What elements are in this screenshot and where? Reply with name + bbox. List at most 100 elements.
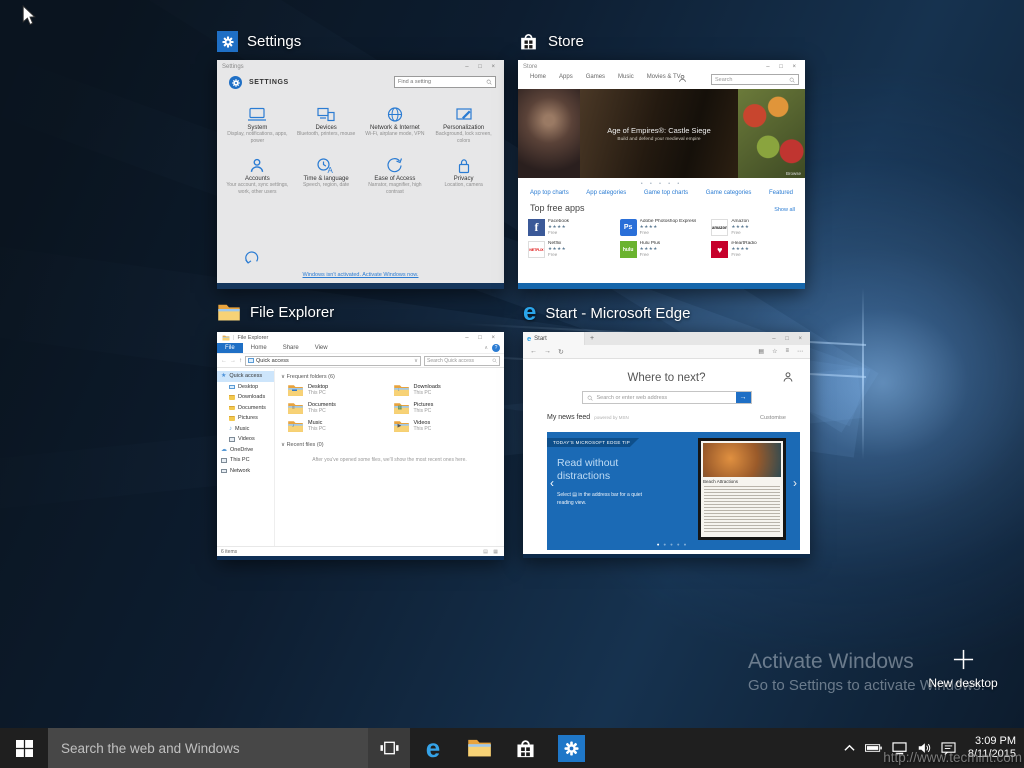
battery-icon[interactable]	[865, 743, 882, 753]
forward-icon[interactable]: →	[230, 358, 236, 364]
file-explorer-window-thumbnail[interactable]: | File Explorer – □ × File Home Share Vi…	[217, 332, 504, 560]
sidebar-item-music[interactable]: ♪ Music	[217, 424, 274, 435]
edge-search-bar[interactable]: Search or enter web address →	[582, 391, 752, 404]
ribbon-tab-home[interactable]: Home	[243, 345, 275, 351]
store-app-facebook[interactable]: f Facebook ★★★★ Free	[528, 219, 616, 236]
address-bar[interactable]: Quick access ∨	[245, 356, 421, 366]
hub-icon[interactable]: ≡	[785, 348, 789, 355]
store-app-hulu[interactable]: hulu Hulu Plus ★★★★ Free	[620, 241, 708, 258]
store-nav-movies[interactable]: Movies & TV	[647, 74, 681, 80]
settings-category-personalization[interactable]: Personalization Background, lock screen,…	[431, 106, 496, 144]
folder-tile-music[interactable]: ♪ Music This PC	[287, 420, 393, 433]
sidebar-item-videos[interactable]: Videos	[217, 434, 274, 445]
taskbar-settings-button[interactable]	[548, 728, 594, 768]
new-desktop-button[interactable]: New desktop	[917, 648, 1009, 690]
link-game-categories[interactable]: Game categories	[706, 190, 752, 196]
taskbar-edge-button[interactable]: e	[410, 728, 456, 768]
view-toggle-icons[interactable]: ▤ ▦	[483, 549, 500, 555]
settings-category-ease[interactable]: Ease of Access Narrator, magnifier, high…	[363, 157, 428, 195]
link-app-top-charts[interactable]: App top charts	[530, 190, 569, 196]
taskbar-search-input[interactable]: Search the web and Windows	[48, 728, 368, 768]
start-button[interactable]	[0, 728, 48, 768]
volume-icon[interactable]	[917, 741, 931, 755]
ribbon-collapse-icon[interactable]: ∧	[484, 345, 488, 351]
settings-category-privacy[interactable]: Privacy Location, camera	[431, 157, 496, 195]
folder-tile-pictures[interactable]: ▦ Pictures This PC	[393, 402, 499, 415]
back-icon[interactable]: ←	[221, 358, 227, 364]
taskbar-clock[interactable]: 3:09 PM 8/11/2015	[968, 735, 1016, 761]
sidebar-item-documents[interactable]: Documents	[217, 403, 274, 414]
banner-featured-game[interactable]: Age of Empires®: Castle Siege Build and …	[580, 89, 738, 178]
account-person-icon[interactable]	[678, 74, 687, 83]
settings-category-time[interactable]: Time & language Speech, region, date	[294, 157, 359, 195]
settings-search-input[interactable]: Find a setting	[394, 76, 496, 88]
taskbar-store-button[interactable]	[502, 728, 548, 768]
store-app-photoshop[interactable]: Ps Adobe Photoshop Express ★★★★ Free	[620, 219, 708, 236]
chevron-down-icon[interactable]: ∨	[414, 358, 418, 364]
carousel-dots[interactable]: • • • • •	[518, 181, 805, 187]
link-featured[interactable]: Featured	[769, 190, 793, 196]
sidebar-item-pictures[interactable]: Pictures	[217, 413, 274, 424]
sidebar-item-quick-access[interactable]: ★ Quick access	[217, 371, 274, 382]
go-arrow-button[interactable]: →	[736, 392, 751, 403]
carousel-left-icon[interactable]: ‹	[550, 476, 554, 490]
window-controls[interactable]: – □ ×	[766, 64, 800, 70]
store-nav-home[interactable]: Home	[530, 74, 546, 80]
more-icon[interactable]: ⋯	[797, 348, 803, 355]
store-nav-music[interactable]: Music	[618, 74, 634, 80]
banner-browse-link[interactable]: Browse	[786, 171, 801, 176]
reading-view-icon[interactable]: ▤	[758, 348, 764, 355]
store-app-amazon[interactable]: amazon Amazon ★★★★ Free	[711, 219, 799, 236]
task-view-button[interactable]	[368, 728, 410, 768]
network-icon[interactable]	[892, 742, 907, 755]
taskbar-file-explorer-button[interactable]	[456, 728, 502, 768]
forward-icon[interactable]: →	[544, 348, 551, 355]
settings-category-system[interactable]: System Display, notifications, apps, pow…	[225, 106, 290, 144]
tray-chevron-up-icon[interactable]	[844, 744, 855, 752]
sidebar-item-network[interactable]: Network	[217, 466, 274, 477]
store-hero-banner[interactable]: Age of Empires®: Castle Siege Build and …	[518, 89, 805, 178]
store-app-netflix[interactable]: NETFLIX Netflix ★★★★ Free	[528, 241, 616, 258]
new-tab-icon[interactable]: +	[590, 335, 594, 342]
sidebar-item-onedrive[interactable]: ☁ OneDrive	[217, 445, 274, 456]
person-icon[interactable]	[782, 371, 794, 383]
frequent-folders-header[interactable]: ∨ Frequent folders (6)	[281, 374, 498, 380]
sidebar-item-desktop[interactable]: Desktop	[217, 382, 274, 393]
undo-arrow-icon[interactable]	[243, 251, 260, 265]
ribbon-tab-share[interactable]: Share	[275, 345, 307, 351]
action-center-icon[interactable]	[941, 742, 956, 755]
carousel-dots[interactable]: ●●●●●	[547, 542, 800, 547]
store-search-input[interactable]: Search	[711, 74, 799, 85]
folder-tile-downloads[interactable]: ↓ Downloads This PC	[393, 384, 499, 397]
settings-window-thumbnail[interactable]: Settings – □ × SETTINGS Find a setting S…	[217, 60, 504, 289]
folder-tile-videos[interactable]: ▶ Videos This PC	[393, 420, 499, 433]
back-icon[interactable]: ←	[530, 348, 537, 355]
folder-tile-documents[interactable]: ≡ Documents This PC	[287, 402, 393, 415]
recent-files-header[interactable]: ∨ Recent files (0)	[281, 442, 498, 448]
ribbon-tab-view[interactable]: View	[307, 345, 336, 351]
window-controls[interactable]: – □ ×	[465, 335, 499, 341]
link-app-categories[interactable]: App categories	[586, 190, 626, 196]
edge-tip-card[interactable]: TODAY'S MICROSOFT EDGE TIP Read without …	[547, 432, 800, 550]
settings-category-devices[interactable]: Devices Bluetooth, printers, mouse	[294, 106, 359, 144]
edge-window-thumbnail[interactable]: e Start + – □ × ← → ↻ ▤ ☆ ≡ ⋯ Where to n…	[523, 332, 810, 558]
show-all-link[interactable]: Show all	[774, 207, 795, 213]
sidebar-item-downloads[interactable]: Downloads	[217, 392, 274, 403]
store-nav-games[interactable]: Games	[586, 74, 605, 80]
store-nav-apps[interactable]: Apps	[559, 74, 573, 80]
customise-link[interactable]: Customise	[760, 415, 786, 421]
window-controls[interactable]: – □ ×	[465, 64, 499, 70]
refresh-icon[interactable]: ↻	[558, 348, 564, 356]
browser-tab-start[interactable]: e Start	[523, 332, 585, 345]
folder-tile-desktop[interactable]: ▬ Desktop This PC	[287, 384, 393, 397]
link-game-top-charts[interactable]: Game top charts	[644, 190, 688, 196]
activation-link[interactable]: Windows isn't activated. Activate Window…	[217, 272, 504, 278]
carousel-right-icon[interactable]: ›	[793, 476, 797, 490]
help-icon[interactable]: ?	[492, 344, 500, 352]
favorites-star-icon[interactable]: ☆	[772, 348, 777, 355]
settings-category-network[interactable]: Network & Internet Wi-Fi, airplane mode,…	[363, 106, 428, 144]
window-controls[interactable]: – □ ×	[772, 336, 810, 342]
up-icon[interactable]: ↑	[239, 358, 242, 364]
settings-category-accounts[interactable]: Accounts Your account, sync settings, wo…	[225, 157, 290, 195]
sidebar-item-this-pc[interactable]: This PC	[217, 455, 274, 466]
